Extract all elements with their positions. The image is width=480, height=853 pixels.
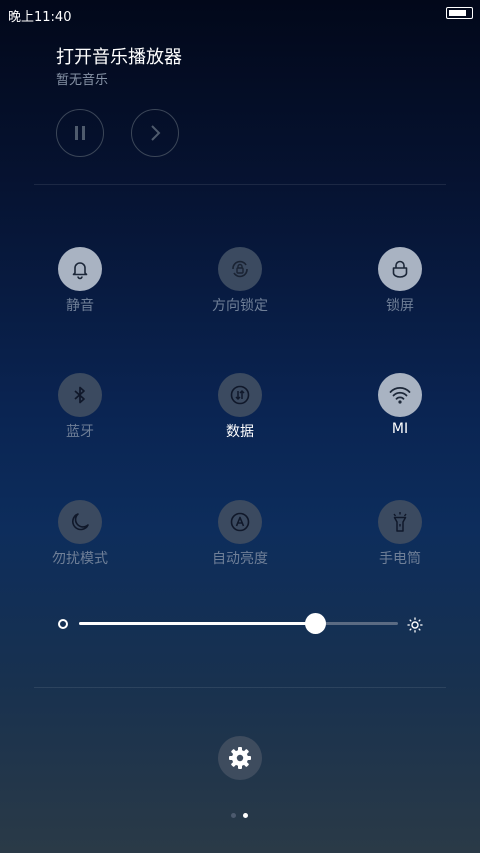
lock-icon xyxy=(378,247,422,291)
bell-icon xyxy=(58,247,102,291)
status-bar: 晚上11:40 xyxy=(0,0,480,28)
mobile-data-icon xyxy=(218,373,262,417)
toggle-bluetooth[interactable]: 蓝牙 xyxy=(25,373,135,443)
music-player-title[interactable]: 打开音乐播放器 xyxy=(56,43,182,69)
toggle-label: 静音 xyxy=(66,298,94,314)
toggle-label: 数据 xyxy=(226,424,254,440)
toggle-rotation-lock[interactable]: 方向锁定 xyxy=(185,247,295,317)
battery-level xyxy=(449,9,466,16)
bluetooth-icon xyxy=(58,373,102,417)
toggle-label: MI xyxy=(391,421,409,437)
toggle-do-not-disturb[interactable]: 勿扰模式 xyxy=(25,500,135,570)
status-time: 晚上11:40 xyxy=(8,10,72,25)
toggle-auto-brightness[interactable]: 自动亮度 xyxy=(185,500,295,570)
toggle-label: 蓝牙 xyxy=(66,424,94,440)
brightness-slider-thumb[interactable] xyxy=(305,613,326,634)
settings-button[interactable] xyxy=(218,736,262,780)
next-button[interactable] xyxy=(131,109,179,157)
chevron-right-icon xyxy=(151,125,161,141)
page-dot xyxy=(243,813,248,818)
toggle-wifi[interactable]: MI xyxy=(345,373,455,443)
pause-icon xyxy=(75,126,85,140)
toggle-label: 勿扰模式 xyxy=(52,551,108,567)
toggle-label: 手电筒 xyxy=(379,551,421,567)
flashlight-icon xyxy=(378,500,422,544)
pause-button[interactable] xyxy=(56,109,104,157)
toggle-label: 方向锁定 xyxy=(212,298,268,314)
music-player-subtitle: 暂无音乐 xyxy=(56,73,109,88)
wifi-icon xyxy=(378,373,422,417)
divider-top xyxy=(34,184,446,185)
gear-icon xyxy=(229,747,251,769)
toggle-flashlight[interactable]: 手电筒 xyxy=(345,500,455,570)
battery-icon xyxy=(446,7,473,19)
toggle-label: 锁屏 xyxy=(386,298,414,314)
page-dot xyxy=(231,813,236,818)
brightness-slider[interactable] xyxy=(79,613,398,634)
brightness-low-icon xyxy=(58,619,68,629)
toggle-mobile-data[interactable]: 数据 xyxy=(185,373,295,443)
divider-bottom xyxy=(34,687,446,688)
toggle-lock-screen[interactable]: 锁屏 xyxy=(345,247,455,317)
auto-brightness-icon xyxy=(218,500,262,544)
toggle-mute[interactable]: 静音 xyxy=(25,247,135,317)
rotation-lock-icon xyxy=(218,247,262,291)
brightness-high-icon xyxy=(407,617,423,633)
moon-icon xyxy=(58,500,102,544)
brightness-slider-fill xyxy=(79,622,315,625)
toggle-label: 自动亮度 xyxy=(212,551,268,567)
